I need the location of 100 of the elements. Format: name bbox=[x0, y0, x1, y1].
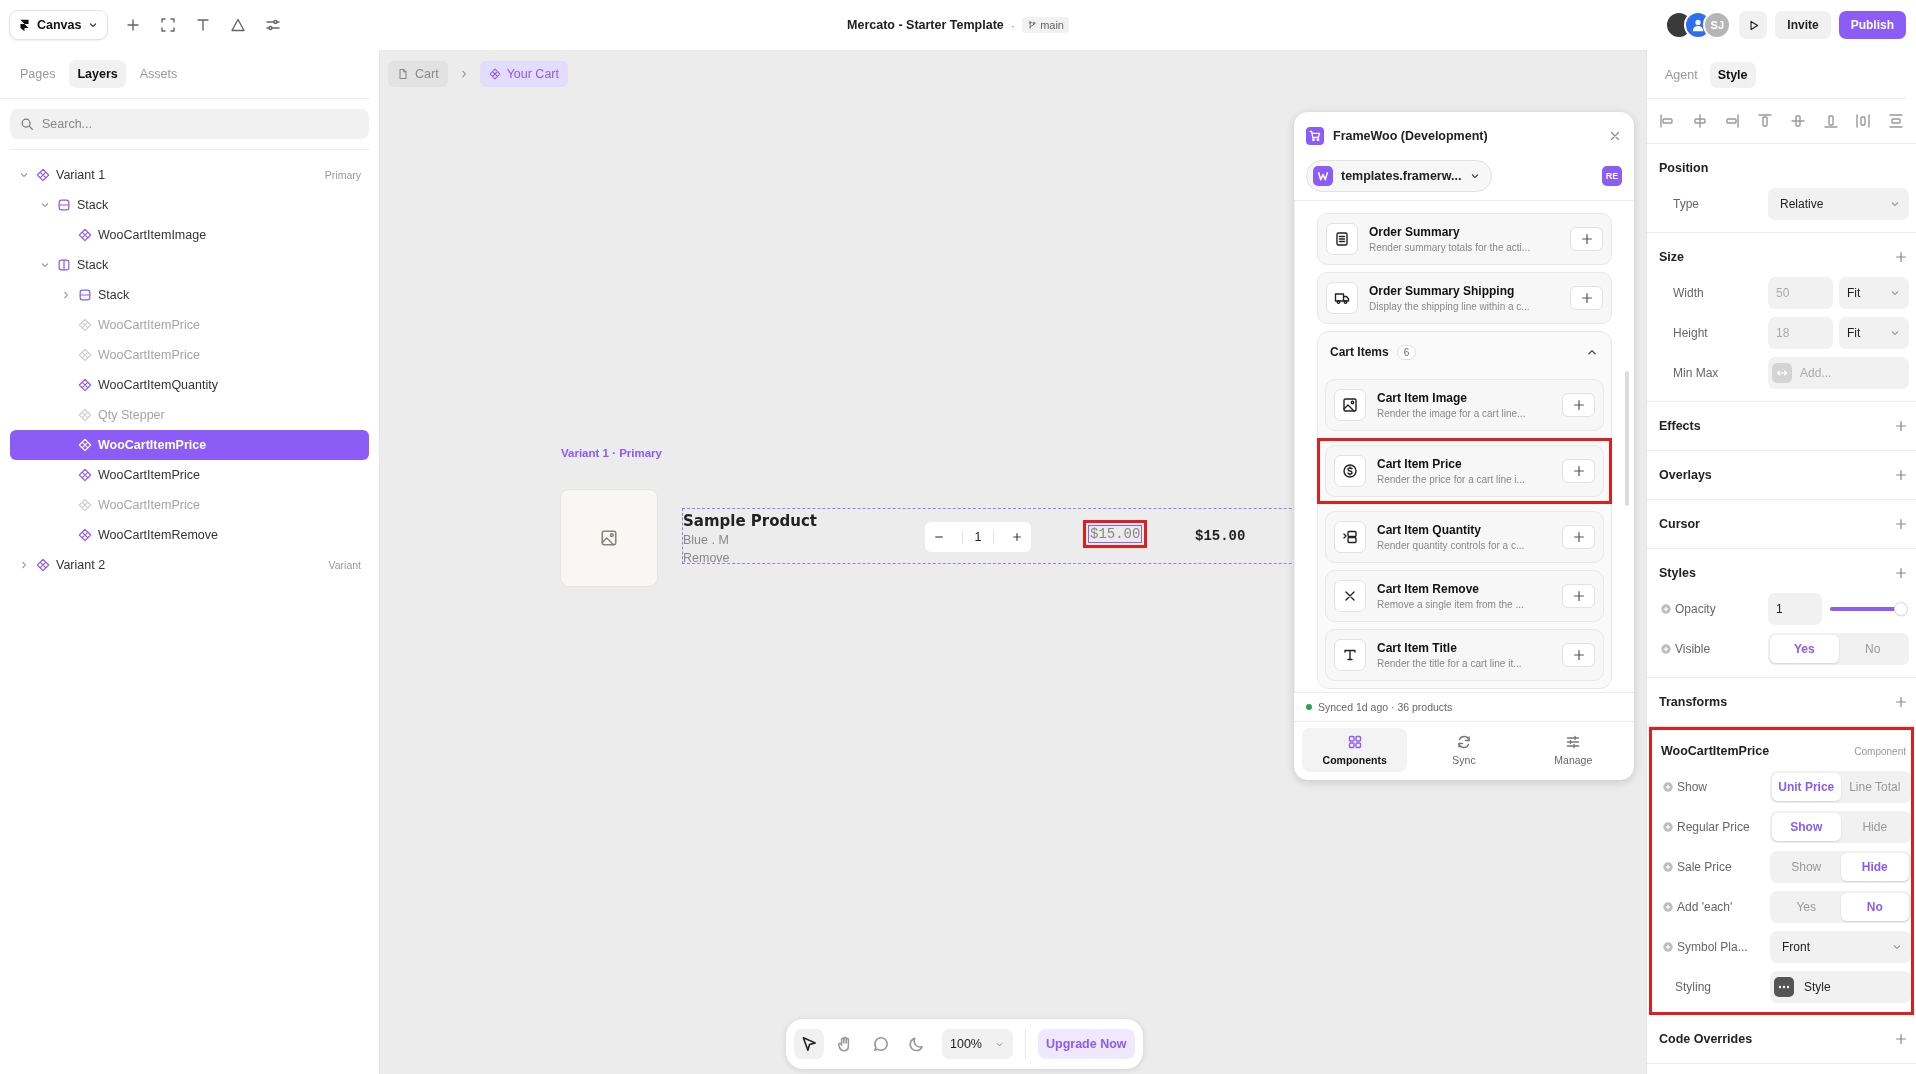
component-card[interactable]: Cart Item Price Render the price for a cart line i... bbox=[1325, 445, 1604, 497]
text-icon[interactable] bbox=[195, 17, 212, 33]
triangle-icon[interactable] bbox=[230, 17, 247, 33]
segmented-control[interactable]: Show Hide bbox=[1770, 851, 1911, 883]
component-title: Cart Item Image bbox=[1377, 391, 1469, 405]
plus-icon bbox=[1571, 648, 1586, 662]
add-variable-icon[interactable] bbox=[1661, 604, 1671, 614]
slider[interactable] bbox=[1830, 602, 1907, 616]
add-button[interactable] bbox=[1562, 459, 1595, 483]
layer-item[interactable]: WooCartItemQuantity bbox=[10, 370, 369, 400]
layer-name: Stack bbox=[98, 288, 130, 302]
add-icon[interactable] bbox=[125, 17, 142, 33]
segment-option[interactable]: Hide bbox=[1840, 853, 1909, 881]
segment-option[interactable]: Show bbox=[1772, 813, 1841, 841]
avatar: SJ bbox=[1703, 11, 1732, 39]
tab[interactable]: Components bbox=[1302, 728, 1408, 772]
segment-option[interactable]: No bbox=[1840, 893, 1909, 921]
zoom-select[interactable]: 100% bbox=[942, 1029, 1013, 1059]
upgrade-button[interactable]: Upgrade Now bbox=[1038, 1029, 1135, 1059]
add-variable-icon[interactable] bbox=[1663, 942, 1673, 952]
canvas-menu-button[interactable]: Canvas bbox=[10, 11, 108, 39]
segment-option[interactable]: Unit Price bbox=[1772, 773, 1841, 801]
component-card[interactable]: Cart Item Remove Remove a single item from the ... bbox=[1325, 570, 1604, 622]
number-field[interactable]: 1 bbox=[1768, 593, 1822, 625]
layer-item[interactable]: Stack bbox=[10, 280, 369, 310]
number-field[interactable]: 18 bbox=[1768, 317, 1833, 349]
segmented-control[interactable]: Yes No bbox=[1770, 891, 1911, 923]
add-button[interactable] bbox=[1562, 643, 1595, 667]
distribute-horizontal-icon[interactable] bbox=[1855, 113, 1872, 129]
align-right-icon[interactable] bbox=[1724, 113, 1741, 129]
component-title: Cart Item Quantity bbox=[1377, 523, 1482, 537]
plus-icon[interactable] bbox=[1894, 419, 1908, 433]
segmented-control[interactable]: Show Hide bbox=[1770, 811, 1911, 843]
pointer-tool[interactable] bbox=[794, 1029, 824, 1059]
segmented-control[interactable]: Unit Price Line Total bbox=[1770, 771, 1911, 803]
plugin-title: FrameWoo (Development) bbox=[1333, 129, 1488, 143]
tab[interactable]: Manage bbox=[1520, 728, 1626, 772]
style-field[interactable]: Style bbox=[1770, 971, 1911, 1003]
segmented-control[interactable]: Yes No bbox=[1768, 633, 1909, 665]
sliders-icon bbox=[1565, 734, 1582, 750]
distribute-vertical-icon[interactable] bbox=[1887, 113, 1904, 129]
plus-icon[interactable] bbox=[1894, 695, 1908, 709]
align-top-icon[interactable] bbox=[1757, 113, 1774, 129]
search-field[interactable]: Search... bbox=[10, 109, 369, 139]
sliders-icon[interactable] bbox=[265, 17, 282, 33]
layer-item[interactable]: WooCartItemImage bbox=[10, 220, 369, 250]
align-left-icon[interactable] bbox=[1659, 113, 1675, 129]
align-middle-icon[interactable] bbox=[1789, 113, 1806, 129]
select-field[interactable]: Relative bbox=[1768, 188, 1909, 220]
align-bottom-icon[interactable] bbox=[1822, 113, 1839, 129]
preview-button[interactable] bbox=[1739, 11, 1768, 39]
add-variable-icon[interactable] bbox=[1661, 644, 1671, 654]
add-variable-icon[interactable] bbox=[1663, 782, 1673, 792]
layer-item[interactable]: WooCartItemPrice bbox=[10, 430, 369, 460]
scrollbar[interactable] bbox=[1625, 371, 1629, 506]
layer-item[interactable]: WooCartItemRemove bbox=[10, 520, 369, 550]
component-card[interactable]: Cart Item Quantity Render quantity controls for a c... bbox=[1325, 511, 1604, 563]
number-field[interactable]: 50 bbox=[1768, 277, 1833, 309]
select-field[interactable]: Front bbox=[1770, 931, 1911, 963]
slider-thumb[interactable] bbox=[1895, 603, 1907, 615]
select-field[interactable]: Fit bbox=[1839, 317, 1909, 349]
plus-icon[interactable] bbox=[1894, 517, 1908, 531]
section-title: Code Overrides bbox=[1659, 1032, 1753, 1046]
add-variable-icon[interactable] bbox=[1663, 862, 1673, 872]
tab[interactable]: Sync bbox=[1411, 728, 1517, 772]
add-button[interactable] bbox=[1562, 525, 1595, 549]
add-button[interactable] bbox=[1570, 227, 1603, 251]
segment-option[interactable]: Yes bbox=[1770, 635, 1839, 663]
add-variable-icon[interactable] bbox=[1663, 902, 1673, 912]
plus-icon[interactable] bbox=[1894, 1032, 1908, 1046]
breadcrumb-item[interactable]: Your Cart bbox=[479, 61, 568, 87]
tab[interactable]: Style bbox=[1709, 62, 1756, 88]
component-card[interactable]: Order Summary Shipping Display the shipping line within a c... bbox=[1317, 272, 1612, 324]
add-button[interactable] bbox=[1562, 584, 1595, 608]
input-field[interactable]: Add... bbox=[1768, 357, 1909, 389]
tab[interactable]: Layers bbox=[69, 60, 126, 88]
quantity-stepper[interactable]: 1 bbox=[925, 522, 1031, 552]
plus-icon[interactable] bbox=[1894, 250, 1908, 264]
align-center-icon[interactable] bbox=[1691, 113, 1708, 129]
plus-icon[interactable] bbox=[1894, 468, 1908, 482]
plus-button[interactable] bbox=[1010, 531, 1023, 543]
select-field[interactable]: Fit bbox=[1839, 277, 1909, 309]
add-variable-icon[interactable] bbox=[1663, 822, 1673, 832]
add-button[interactable] bbox=[1570, 286, 1603, 310]
plus-icon[interactable] bbox=[1894, 566, 1908, 580]
layer-item[interactable]: Stack bbox=[10, 190, 369, 220]
site-picker[interactable]: templates.framerw... bbox=[1306, 160, 1493, 192]
close-button[interactable] bbox=[1608, 129, 1622, 143]
branch-tag[interactable]: main bbox=[1022, 17, 1069, 33]
layer-item[interactable]: Variant 2 Variant bbox=[10, 550, 369, 580]
add-button[interactable] bbox=[1562, 393, 1595, 417]
component-card[interactable]: Cart Item Title Render the title for a cart line it... bbox=[1325, 629, 1604, 681]
layer-item[interactable]: WooCartItemPrice bbox=[10, 460, 369, 490]
publish-button[interactable]: Publish bbox=[1838, 11, 1906, 39]
layer-item[interactable]: Stack bbox=[10, 250, 369, 280]
frame-icon[interactable] bbox=[160, 17, 177, 33]
invite-button[interactable]: Invite bbox=[1775, 11, 1831, 39]
layer-item[interactable]: Variant 1 Primary bbox=[10, 160, 369, 190]
component-card[interactable]: Cart Item Image Render the image for a cart line... bbox=[1325, 379, 1604, 431]
component-card[interactable]: Order Summary Render summary totals for the acti... bbox=[1317, 213, 1612, 265]
